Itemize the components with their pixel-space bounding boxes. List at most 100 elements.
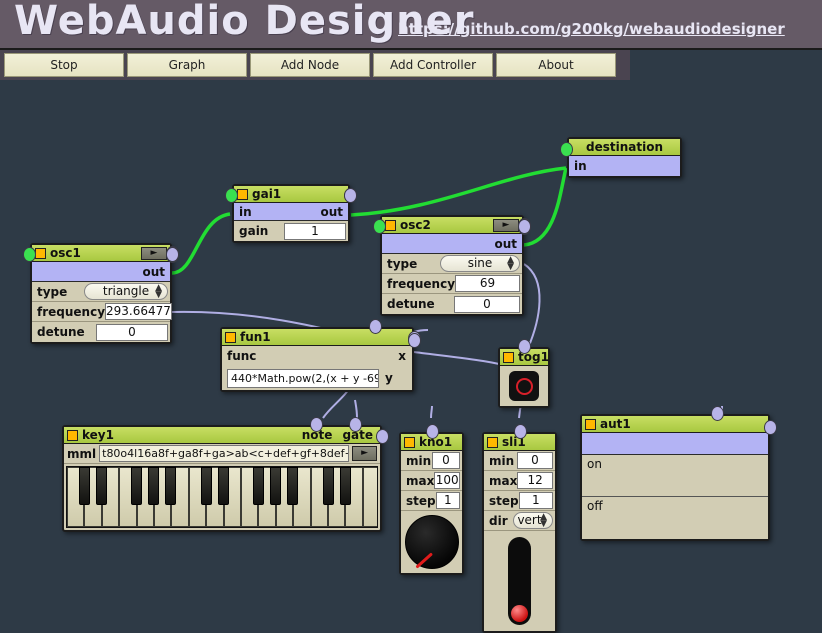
piano-black-key[interactable] (96, 467, 107, 505)
param-knob-detune-out[interactable] (166, 247, 179, 262)
mml-input[interactable]: t80o4l16a8f+ga8f+ga>ab<c+def+gf+8def+8>f… (99, 445, 350, 462)
port-row-in[interactable]: in (560, 142, 680, 176)
port-row-out[interactable]: out (32, 248, 179, 282)
param-input-step[interactable]: 1 (518, 492, 553, 509)
param-knob-detune-in[interactable] (23, 247, 36, 262)
node-title-osc1[interactable]: osc1 ► (32, 245, 179, 262)
knob-control[interactable] (401, 511, 462, 573)
node-title-tog1[interactable]: tog1 (500, 339, 549, 366)
param-input-frequency[interactable]: 69 (455, 275, 520, 292)
piano-black-key[interactable] (253, 467, 264, 505)
node-gai1[interactable]: gai1 in out gain 1 (225, 184, 357, 243)
port-knob-out[interactable] (764, 420, 777, 435)
node-knob-top[interactable] (425, 424, 439, 439)
node-title-kno1[interactable]: kno1 (401, 424, 462, 451)
node-sli1[interactable]: sli1 min 0 max 12 step 1 dir vert ▲ ▼ (482, 424, 557, 633)
param-select-dir[interactable]: vert ▲ ▼ (513, 512, 553, 529)
github-link[interactable]: https://github.com/g200kg/webaudiodesign… (398, 20, 785, 38)
node-aut1[interactable]: aut1 on off (580, 406, 777, 541)
node-knob-top[interactable] (369, 319, 382, 334)
piano-black-key[interactable] (340, 467, 351, 505)
param-row-detune[interactable]: detune 0 (23, 247, 179, 342)
param-row-max[interactable]: max 100 (401, 471, 462, 491)
param-row-func-value[interactable]: 440*Math.pow(2,(x + y -69), y (222, 333, 421, 390)
param-input-detune[interactable]: 0 (454, 295, 520, 313)
piano-black-key[interactable] (131, 467, 142, 505)
toggle-switch[interactable] (500, 366, 548, 406)
piano-black-key[interactable] (165, 467, 176, 505)
piano-black-key[interactable] (148, 467, 159, 505)
node-osc2[interactable]: osc2 ► out type sine ▲ ▼ frequency 69 det… (373, 215, 531, 316)
node-knob-top[interactable] (513, 424, 527, 439)
param-row-frequency[interactable]: frequency 293.66477 (23, 247, 179, 322)
param-input-max[interactable]: 100 (434, 472, 460, 489)
param-knob-gain-out[interactable] (344, 188, 357, 203)
func-input[interactable]: 440*Math.pow(2,(x + y -69), (227, 368, 379, 388)
param-input-detune[interactable]: 0 (96, 323, 168, 341)
stop-button[interactable]: Stop (4, 53, 124, 77)
port-row-out[interactable]: out (382, 220, 531, 254)
automation-off-band[interactable]: off (582, 497, 768, 539)
node-title-aut1[interactable]: aut1 (582, 406, 768, 433)
piano-keyboard[interactable] (66, 466, 378, 528)
node-title-fun1[interactable]: fun1 (222, 319, 412, 346)
play-icon[interactable]: ► (493, 218, 519, 232)
node-osc1[interactable]: osc1 ► out type triangle ▲ ▼ frequency 29… (23, 243, 179, 344)
piano-black-key[interactable] (201, 467, 212, 505)
node-title-key1[interactable]: key1 note gate (64, 417, 380, 444)
param-knob-detune-out[interactable] (518, 219, 531, 234)
param-row-step[interactable]: step 1 (401, 491, 462, 511)
param-select-type[interactable]: sine ▲ ▼ (440, 255, 520, 272)
piano-black-key[interactable] (79, 467, 90, 505)
play-icon[interactable]: ► (141, 246, 167, 260)
param-knob-gain-in[interactable] (225, 188, 238, 203)
node-title-sli1[interactable]: sli1 (484, 424, 555, 451)
node-fun1[interactable]: fun1 func x 440*Math.pow(2,(x + y -69), … (220, 319, 421, 392)
automation-on-band[interactable]: on (582, 455, 768, 497)
piano-black-key[interactable] (287, 467, 298, 505)
node-title-gai1[interactable]: gai1 (234, 186, 348, 203)
port-knob-gate[interactable] (349, 417, 362, 432)
toggle-led-icon[interactable] (509, 371, 539, 401)
patch-canvas[interactable]: destination in gai1 in out gain 1 osc1 ►… (0, 80, 822, 633)
knob-dial-icon[interactable] (404, 515, 459, 569)
piano-black-key[interactable] (218, 467, 229, 505)
slider-thumb[interactable] (511, 605, 528, 622)
node-key1[interactable]: key1 note gate mml t80o4l16a8f+ga8f+ga>a… (62, 417, 389, 532)
param-row-min[interactable]: min 0 (484, 451, 555, 471)
slider-control[interactable] (484, 531, 555, 631)
node-destination[interactable]: destination in (560, 137, 682, 178)
param-row-type[interactable]: type triangle ▲ ▼ (32, 247, 179, 302)
port-knob-in[interactable] (560, 142, 573, 157)
node-knob-top[interactable] (711, 406, 724, 421)
about-button[interactable]: About (496, 53, 616, 77)
param-knob-detune-in[interactable] (373, 219, 386, 234)
param-row-type[interactable]: type sine ▲ ▼ (382, 219, 531, 274)
param-select-type[interactable]: triangle ▲ ▼ (84, 283, 168, 300)
port-row-in-out[interactable]: in out (225, 188, 357, 221)
node-title-osc2[interactable]: osc2 ► (382, 217, 531, 234)
param-input-frequency[interactable]: 293.66477 (105, 303, 172, 320)
param-row-min[interactable]: min 0 (401, 451, 462, 471)
param-input-min[interactable]: 0 (432, 452, 460, 469)
port-knob-note[interactable] (310, 417, 323, 432)
add-controller-button[interactable]: Add Controller (373, 53, 493, 77)
node-knob-top[interactable] (518, 339, 531, 354)
piano-black-key[interactable] (323, 467, 334, 505)
mml-row[interactable]: mml t80o4l16a8f+ga8f+ga>ab<c+def+gf+8def… (64, 429, 389, 464)
param-row-dir[interactable]: dir vert ▲ ▼ (484, 511, 555, 531)
param-row-frequency[interactable]: frequency 69 (373, 219, 531, 294)
param-row-step[interactable]: step 1 (484, 491, 555, 511)
param-input-step[interactable]: 1 (435, 492, 460, 509)
param-input-gain[interactable]: 1 (284, 222, 346, 240)
slider-track[interactable] (508, 537, 531, 625)
node-kno1[interactable]: kno1 min 0 max 100 step 1 (399, 424, 464, 575)
port-row-aut-out[interactable] (582, 420, 777, 455)
param-input-min[interactable]: 0 (517, 452, 553, 469)
piano-black-key[interactable] (270, 467, 281, 505)
piano-white-key[interactable] (362, 467, 377, 527)
play-icon[interactable]: ► (352, 446, 377, 461)
param-row-gain[interactable]: gain 1 (225, 188, 357, 241)
param-row-detune[interactable]: detune 0 (373, 219, 531, 314)
node-title-destination[interactable]: destination (569, 139, 680, 156)
